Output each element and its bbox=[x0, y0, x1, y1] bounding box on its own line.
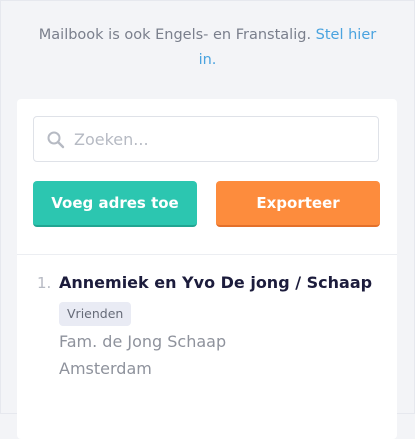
search-icon bbox=[47, 131, 65, 149]
language-settings-link-part1[interactable]: Stel hier bbox=[316, 27, 377, 43]
export-button[interactable]: Exporteer bbox=[216, 181, 380, 227]
contact-household: Fam. de Jong Schaap bbox=[59, 332, 227, 351]
add-address-button[interactable]: Voeg adres toe bbox=[33, 181, 197, 227]
search-input[interactable] bbox=[74, 117, 364, 161]
contact-name[interactable]: Annemiek en Yvo De jong / Schaap bbox=[59, 273, 372, 292]
address-book-card: Voeg adres toe Exporteer 1. Annemiek en … bbox=[17, 99, 397, 439]
language-notice-text: Mailbook is ook Engels- en Franstalig. bbox=[38, 27, 312, 43]
group-tag[interactable]: Vrienden bbox=[59, 302, 132, 326]
divider bbox=[17, 254, 397, 255]
list-item-number: 1. bbox=[37, 274, 52, 292]
language-settings-link-part2[interactable]: in. bbox=[199, 52, 217, 68]
contact-city: Amsterdam bbox=[59, 359, 152, 378]
language-notice: Mailbook is ook Engels- en Franstalig. S… bbox=[1, 23, 414, 73]
search-box[interactable] bbox=[33, 116, 379, 162]
